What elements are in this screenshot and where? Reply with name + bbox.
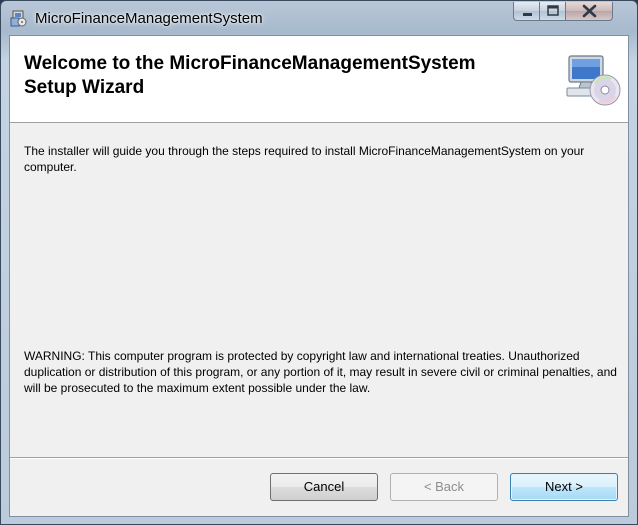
- wizard-banner: Welcome to the MicroFinanceManagementSys…: [10, 36, 628, 123]
- cancel-button[interactable]: Cancel: [270, 473, 378, 501]
- intro-text: The installer will guide you through the…: [24, 144, 585, 174]
- title-bar[interactable]: MicroFinanceManagementSystem: [1, 1, 637, 35]
- installer-icon: [10, 9, 28, 27]
- maximize-icon: [547, 5, 559, 16]
- footer-divider: [10, 457, 628, 459]
- next-button[interactable]: Next >: [510, 473, 618, 501]
- computer-cd-icon: [565, 50, 623, 108]
- minimize-button[interactable]: [513, 2, 540, 21]
- copyright-warning-text: WARNING: This computer program is protec…: [24, 349, 617, 395]
- maximize-button[interactable]: [540, 2, 566, 21]
- close-button[interactable]: [566, 2, 613, 21]
- minimize-icon: [523, 13, 532, 16]
- back-button[interactable]: < Back: [390, 473, 498, 501]
- page-title-line-1: Welcome to the MicroFinanceManagementSys…: [24, 53, 476, 74]
- installer-window: MicroFinanceManagementSystem Welcome to …: [0, 0, 638, 525]
- page-title-line-2: Setup Wizard: [24, 77, 145, 98]
- close-icon: [582, 4, 597, 18]
- wizard-client-area: Welcome to the MicroFinanceManagementSys…: [9, 35, 629, 517]
- page-title: Welcome to the MicroFinanceManagementSys…: [24, 52, 544, 100]
- window-title: MicroFinanceManagementSystem: [35, 10, 263, 27]
